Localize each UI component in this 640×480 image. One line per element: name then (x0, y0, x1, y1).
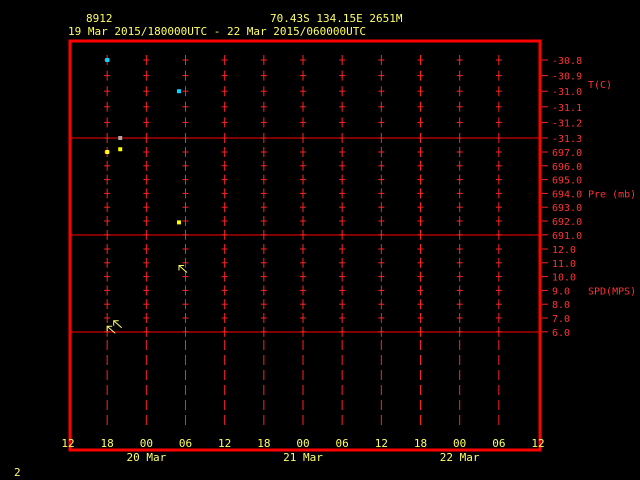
x-tick-label: 12 (61, 437, 74, 450)
date-labels: 20 Mar 21 Mar 22 Mar (126, 451, 479, 464)
temperature-point (118, 136, 123, 140)
x-tick-label: 12 (531, 437, 544, 450)
y-tick-label: 6.0 (552, 328, 570, 339)
y-tick-label: 12.0 (552, 245, 576, 256)
pressure-label: Pre (mb) (588, 189, 636, 200)
y-tick-label: -30.8 (552, 56, 582, 67)
pressure-point (118, 147, 123, 152)
x-tick-label: 06 (179, 437, 192, 450)
x-tick-label: 00 (296, 437, 309, 450)
x-tick-label: 18 (101, 437, 114, 450)
temperature-point (105, 58, 110, 62)
x-tick-label: 12 (218, 437, 231, 450)
y-tick-label: 9.0 (552, 286, 570, 297)
wind-arrow (113, 320, 123, 329)
temperature-point (176, 89, 181, 94)
panel-labels: T(C) Pre (mb) SPD(MPS) (588, 80, 636, 297)
y-tick-label: -31.2 (552, 118, 582, 129)
x-tick-label: 06 (336, 437, 349, 450)
y-tick-label: 694.0 (552, 189, 582, 200)
y-tick-label: 693.0 (552, 203, 582, 214)
y-tick-label: -31.0 (552, 87, 582, 98)
y-tick-label: 8.0 (552, 300, 570, 311)
grid-marks (104, 55, 502, 425)
x-tick-labels: 12 18 00 06 12 18 00 06 12 18 00 06 12 (61, 437, 544, 450)
y-tick-label: 10.0 (552, 273, 576, 284)
x-tick-label: 06 (492, 437, 505, 450)
y-tick-label: 695.0 (552, 176, 582, 187)
x-tick-label: 18 (257, 437, 270, 450)
x-tick-label: 00 (140, 437, 153, 450)
date-label: 22 Mar (440, 451, 480, 464)
station-id: 8912 (86, 12, 113, 25)
y-tick-label: 697.0 (552, 148, 582, 159)
y-tick-label: 691.0 (552, 231, 582, 242)
pressure-point (105, 150, 110, 154)
x-tick-label: 12 (375, 437, 388, 450)
plot-frame (68, 39, 542, 452)
y-tick-label: 696.0 (552, 162, 582, 173)
wind-arrows (106, 265, 188, 334)
y-tick-label: -31.1 (552, 103, 582, 114)
date-label: 20 Mar (126, 451, 166, 464)
y-tick-label: 11.0 (552, 259, 576, 270)
station-location: 70.43S 134.15E 2651M (270, 12, 403, 25)
y-tick-labels: -30.8 -30.9 -31.0 -31.1 -31.2 -31.3 697.0 696.0… (542, 56, 582, 339)
temperature-label: T(C) (588, 80, 612, 91)
pressure-point (176, 220, 181, 225)
x-tick-label: 00 (453, 437, 466, 450)
data-points (105, 58, 181, 225)
x-tick-label: 18 (414, 437, 427, 450)
wind_speed-label: SPD(MPS) (588, 286, 636, 297)
page-number: 2 (14, 466, 21, 479)
y-tick-label: -31.3 (552, 134, 582, 145)
y-tick-label: -30.9 (552, 72, 582, 83)
chart-canvas: 8912 70.43S 134.15E 2651M 19 Mar 2015/18… (14, 12, 636, 479)
time-range: 19 Mar 2015/180000UTC - 22 Mar 2015/0600… (68, 25, 366, 38)
y-tick-label: 7.0 (552, 314, 570, 325)
y-tick-label: 692.0 (552, 217, 582, 228)
date-label: 21 Mar (283, 451, 323, 464)
